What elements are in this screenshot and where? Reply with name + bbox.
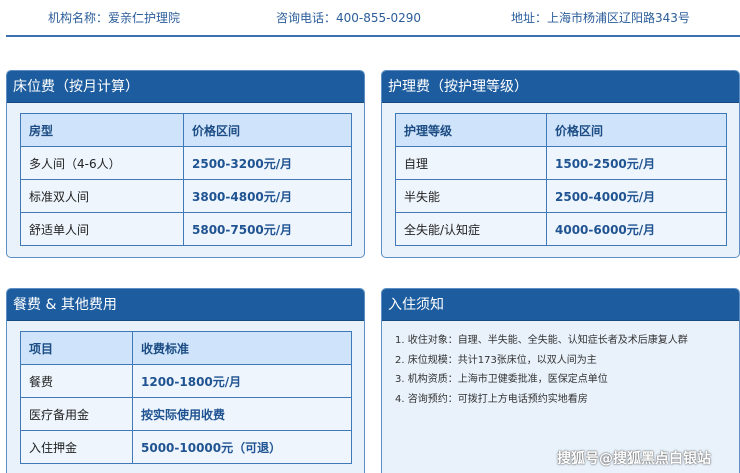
- care-fee-card: 护理费（按护理等级） 护理等级 价格区间 自理 1500-2500元/月 半失能…: [381, 70, 740, 258]
- room-type: 标准双人间: [20, 179, 184, 213]
- phone-number: 咨询电话：400-855-0290: [276, 11, 422, 25]
- table-row: 全失能/认知症 4000-6000元/月: [395, 212, 727, 246]
- bed-fee-title: 床位费（按月计算）: [7, 71, 364, 103]
- care-level: 全失能/认知症: [395, 212, 547, 246]
- care-fee-table: 护理等级 价格区间 自理 1500-2500元/月 半失能 2500-4000元…: [395, 113, 727, 246]
- bed-fee-card: 床位费（按月计算） 房型 价格区间 多人间（4-6人） 2500-3200元/月…: [6, 70, 365, 258]
- bed-fee-table: 房型 价格区间 多人间（4-6人） 2500-3200元/月 标准双人间 380…: [20, 113, 352, 246]
- price-range: 1500-2500元/月: [546, 146, 727, 180]
- notice-title: 入住须知: [382, 289, 739, 321]
- address: 地址：上海市杨浦区辽阳路343号: [511, 11, 690, 25]
- table-row: 半失能 2500-4000元/月: [395, 179, 727, 213]
- care-level: 自理: [395, 146, 547, 180]
- meal-fee-title: 餐费 & 其他费用: [7, 289, 364, 321]
- list-item: 3. 机构资质：上海市卫健委批准，医保定点单位: [395, 374, 608, 385]
- column-header: 护理等级: [395, 113, 547, 147]
- fee-standard: 按实际使用收费: [132, 397, 352, 431]
- table-row: 自理 1500-2500元/月: [395, 146, 727, 180]
- fee-item: 餐费: [20, 364, 133, 398]
- column-header: 房型: [20, 113, 184, 147]
- care-level: 半失能: [395, 179, 547, 213]
- room-type: 多人间（4-6人）: [20, 146, 184, 180]
- meal-fee-card: 餐费 & 其他费用 项目 收费标准 餐费 1200-1800元/月 医疗备用金 …: [6, 288, 365, 473]
- price-range: 2500-3200元/月: [183, 146, 352, 180]
- table-row: 舒适单人间 5800-7500元/月: [20, 212, 352, 246]
- price-range: 2500-4000元/月: [546, 179, 727, 213]
- price-range: 4000-6000元/月: [546, 212, 727, 246]
- price-range: 3800-4800元/月: [183, 179, 352, 213]
- fee-item: 入住押金: [20, 430, 133, 464]
- notice-card: 入住须知 1. 收住对象：自理、半失能、全失能、认知症长者及术后康复人群 2. …: [381, 288, 740, 473]
- column-header: 价格区间: [546, 113, 727, 147]
- table-row: 标准双人间 3800-4800元/月: [20, 179, 352, 213]
- table-row: 多人间（4-6人） 2500-3200元/月: [20, 146, 352, 180]
- table-row: 医疗备用金 按实际使用收费: [20, 397, 352, 431]
- fee-item: 医疗备用金: [20, 397, 133, 431]
- fee-standard: 1200-1800元/月: [132, 364, 352, 398]
- table-row: 餐费 1200-1800元/月: [20, 364, 352, 398]
- care-fee-title: 护理费（按护理等级）: [382, 71, 739, 103]
- list-item: 2. 床位规模：共计173张床位，以双人间为主: [395, 354, 597, 366]
- watermark: 搜狐号@搜狐黑点白银站: [557, 451, 711, 467]
- column-header: 收费标准: [132, 331, 352, 365]
- price-range: 5800-7500元/月: [183, 212, 352, 246]
- room-type: 舒适单人间: [20, 212, 184, 246]
- table-row: 入住押金 5000-10000元（可退）: [20, 430, 352, 464]
- column-header: 项目: [20, 331, 133, 365]
- notice-list: 1. 收住对象：自理、半失能、全失能、认知症长者及术后康复人群 2. 床位规模：…: [395, 331, 739, 409]
- list-item: 4. 咨询预约：可拨打上方电话预约实地看房: [395, 393, 588, 405]
- org-name: 机构名称：爱亲仁护理院: [48, 11, 181, 25]
- column-header: 价格区间: [183, 113, 352, 147]
- meal-fee-table: 项目 收费标准 餐费 1200-1800元/月 医疗备用金 按实际使用收费 入住…: [20, 331, 352, 464]
- fee-standard: 5000-10000元（可退）: [132, 430, 352, 464]
- list-item: 1. 收住对象：自理、半失能、全失能、认知症长者及术后康复人群: [395, 335, 688, 346]
